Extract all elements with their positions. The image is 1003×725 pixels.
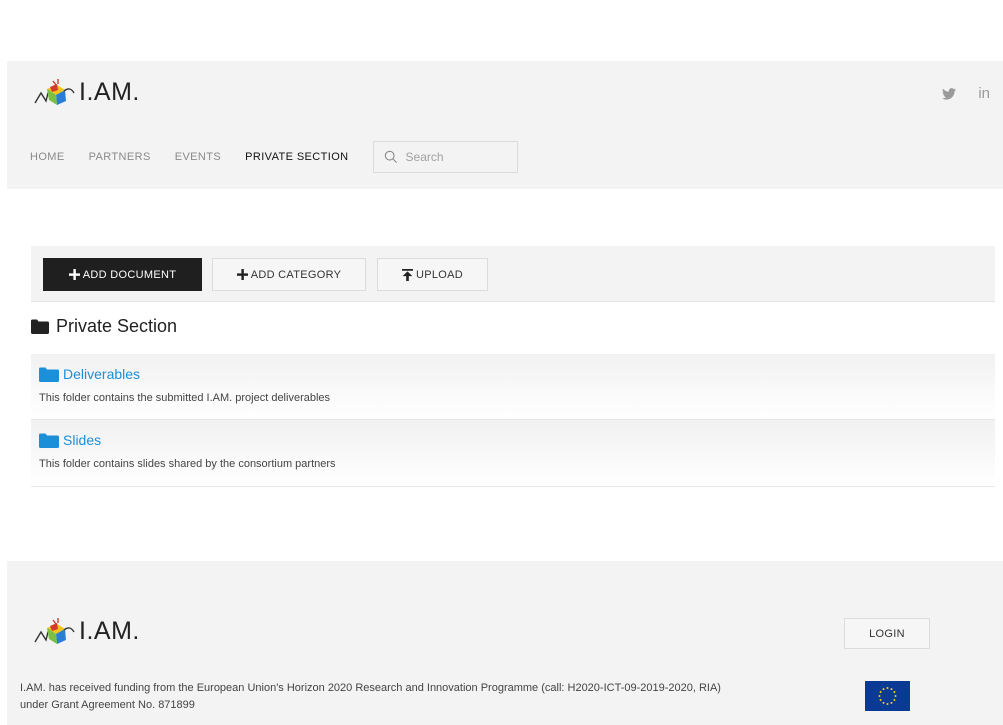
folder-description: This folder contains slides shared by th…	[39, 458, 336, 470]
site-footer: I.AM. LOGIN I.AM. has received funding f…	[7, 561, 1003, 725]
logo-text: I.AM.	[79, 77, 140, 106]
funding-statement: I.AM. has received funding from the Euro…	[20, 682, 721, 711]
upload-label: UPLOAD	[415, 268, 464, 281]
nav-item-events[interactable]: EVENTS	[175, 151, 221, 163]
add-document-label: ADD DOCUMENT	[82, 268, 177, 281]
search-icon[interactable]	[384, 150, 398, 164]
social-links: in	[942, 85, 990, 102]
footer-logo[interactable]: I.AM.	[33, 616, 140, 646]
upload-button[interactable]: UPLOAD	[377, 258, 488, 291]
folder-link-deliverables[interactable]: Deliverables	[39, 366, 987, 382]
twitter-icon[interactable]	[942, 87, 957, 100]
logo-mark-icon	[34, 79, 75, 105]
folder-icon	[39, 367, 59, 382]
folder-description: This folder contains the submitted I.AM.…	[39, 392, 331, 404]
add-category-label: ADD CATEGORY	[250, 268, 342, 281]
add-category-button[interactable]: ADD CATEGORY	[212, 258, 366, 291]
folder-name: Slides	[63, 432, 102, 448]
add-document-button[interactable]: ADD DOCUMENT	[43, 258, 202, 291]
list-item: Deliverables This folder contains the su…	[31, 354, 995, 420]
search-input[interactable]	[405, 150, 506, 164]
nav-item-partners[interactable]: PARTNERS	[89, 151, 151, 163]
search-box	[372, 141, 518, 173]
plus-icon	[236, 269, 248, 280]
folder-icon	[31, 319, 49, 334]
folder-icon	[39, 433, 59, 448]
list-item: Slides This folder contains slides share…	[31, 420, 995, 487]
login-button[interactable]: LOGIN	[844, 618, 930, 649]
eu-flag-icon	[865, 681, 910, 711]
upload-icon	[402, 268, 413, 281]
linkedin-icon[interactable]: in	[978, 85, 990, 102]
folder-list: Deliverables This folder contains the su…	[31, 354, 995, 487]
site-logo[interactable]: I.AM.	[33, 77, 140, 107]
logo-mark-icon	[34, 618, 75, 644]
page-title: Private Section	[56, 316, 178, 336]
logo-text: I.AM.	[79, 616, 140, 645]
plus-icon	[68, 269, 80, 280]
folder-link-slides[interactable]: Slides	[39, 432, 987, 448]
document-toolbar: ADD DOCUMENT ADD CATEGORY UPLOAD	[31, 246, 995, 302]
main-nav: HOME PARTNERS EVENTS PRIVATE SECTION	[30, 141, 518, 173]
nav-item-home[interactable]: HOME	[30, 151, 65, 163]
section-heading: Private Section	[31, 316, 177, 337]
nav-item-private-section[interactable]: PRIVATE SECTION	[245, 151, 348, 163]
site-header: I.AM. in HOME PARTNERS EVENTS PRIVATE SE…	[7, 61, 1003, 189]
folder-name: Deliverables	[63, 366, 141, 382]
